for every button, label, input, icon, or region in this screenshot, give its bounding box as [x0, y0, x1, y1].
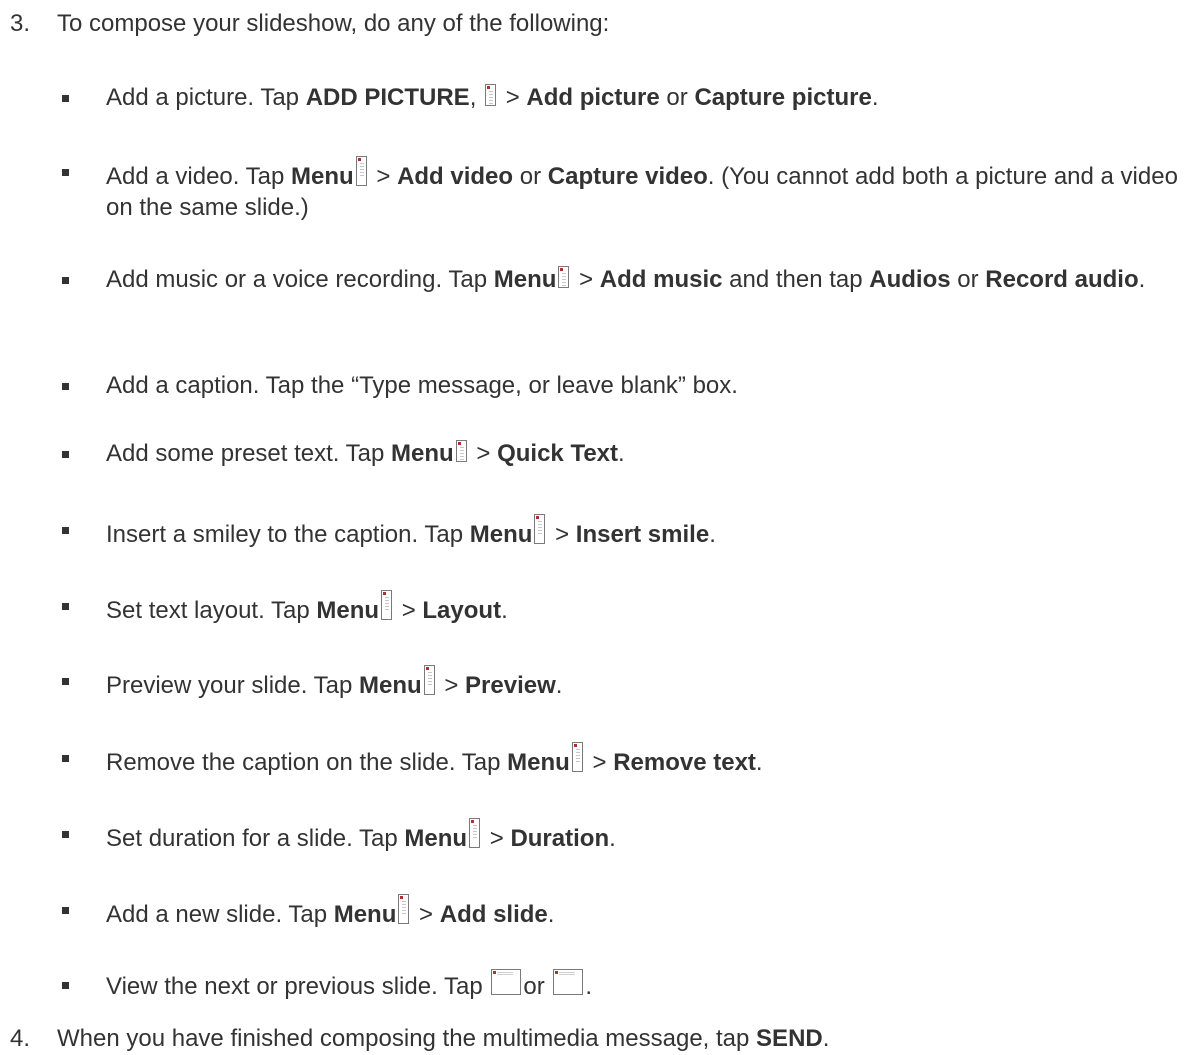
item-text: Set duration for a slide. Tap Menu > Dur… [106, 818, 1187, 854]
menu-icon [355, 156, 367, 186]
item-text: Add music or a voice recording. Tap Menu… [106, 266, 1146, 293]
bullet [62, 451, 69, 458]
bullet [62, 755, 69, 762]
step-number: 3. [10, 10, 31, 37]
menu-icon [381, 590, 393, 620]
menu-icon [423, 665, 435, 695]
step-number: 4. [10, 1025, 31, 1052]
bullet [62, 527, 69, 534]
step-text: To compose your slideshow, do any of the… [57, 10, 610, 37]
item-text: Preview your slide. Tap Menu > Preview. [106, 665, 1187, 701]
bullet [62, 603, 69, 610]
item-text: Add some preset text. Tap Menu > Quick T… [106, 440, 625, 467]
item-text: Set text layout. Tap Menu > Layout. [106, 590, 1187, 626]
menu-icon [469, 818, 481, 848]
item-text: Add a new slide. Tap Menu > Add slide. [106, 894, 1187, 930]
bullet [62, 383, 69, 390]
item-text: View the next or previous slide. Tap or … [106, 969, 1187, 1002]
bullet [62, 95, 69, 102]
item-text: Add a picture. Tap ADD PICTURE, > Add pi… [106, 84, 879, 111]
menu-icon [398, 894, 410, 924]
item-text: Add a caption. Tap the “Type message, or… [106, 372, 738, 399]
menu-icon [485, 84, 497, 106]
item-text: Insert a smiley to the caption. Tap Menu… [106, 514, 1187, 550]
menu-icon [558, 266, 570, 288]
menu-icon [534, 514, 546, 544]
next-slide-icon [491, 969, 522, 995]
item-text: Remove the caption on the slide. Tap Men… [106, 742, 1187, 778]
bullet [62, 277, 69, 284]
bullet [62, 169, 69, 176]
step-text: When you have finished composing the mul… [57, 1025, 830, 1052]
menu-icon [571, 742, 583, 772]
bullet [62, 907, 69, 914]
menu-icon [455, 440, 467, 462]
bullet [62, 678, 69, 685]
bullet [62, 982, 69, 989]
bullet [62, 831, 69, 838]
previous-slide-icon [553, 969, 584, 995]
item-text: Add a video. Tap Menu > Add video or Cap… [106, 156, 1187, 223]
